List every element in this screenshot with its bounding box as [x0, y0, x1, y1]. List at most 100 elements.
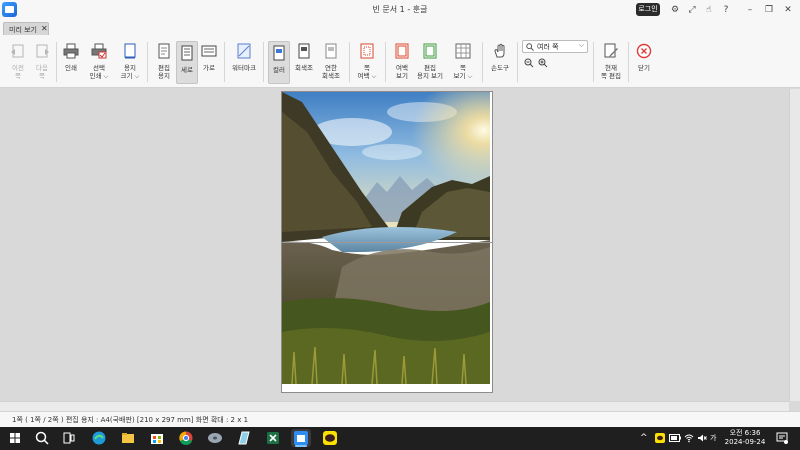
tray-chevron-up-icon[interactable]: ^ — [640, 433, 648, 443]
portrait-button[interactable]: 세로 — [176, 41, 198, 84]
next-page-button[interactable]: 다음 쪽 — [30, 40, 54, 84]
paper-size-button[interactable]: 용지 크기 ⌵ — [117, 40, 143, 84]
notepad-icon[interactable] — [235, 429, 253, 447]
watermark-icon — [237, 43, 251, 59]
hand-icon[interactable]: ☝ — [702, 3, 716, 17]
hand-tool-button[interactable]: 손도구 — [487, 40, 513, 84]
page-view-label: 쪽 보기 ⌵ — [453, 64, 473, 80]
grayscale-label: 회색조 — [295, 64, 313, 72]
restore-icon[interactable]: ❐ — [762, 3, 776, 17]
landscape-icon — [201, 45, 217, 57]
disk-app-icon[interactable] — [206, 429, 224, 447]
store-icon[interactable] — [148, 429, 166, 447]
show-edit-paper-label: 편집 용지 보기 — [417, 64, 443, 80]
edge-icon[interactable] — [90, 429, 108, 447]
current-page-edit-button[interactable]: 현재 쪽 편집 — [598, 40, 624, 84]
paper-size-label: 용지 크기 ⌵ — [120, 64, 140, 80]
document-tab-bar: 미리 보기 ✕ — [0, 20, 800, 36]
tab-print-preview[interactable]: 미리 보기 ✕ — [3, 22, 49, 35]
preview-workspace — [0, 89, 800, 401]
ribbon-separator — [628, 42, 629, 82]
ribbon-separator — [517, 42, 518, 82]
ribbon-separator — [147, 42, 148, 82]
gear-icon[interactable]: ⚙ — [668, 3, 682, 17]
volume-mute-icon[interactable] — [697, 433, 707, 443]
prev-page-button[interactable]: 이전 쪽 — [6, 40, 30, 84]
battery-icon[interactable] — [669, 434, 681, 442]
wifi-icon[interactable] — [684, 433, 694, 443]
ribbon-separator — [482, 42, 483, 82]
page-view-icon — [455, 43, 471, 59]
ribbon-separator — [224, 42, 225, 82]
close-circle-icon — [636, 43, 652, 59]
grayscale-button[interactable]: 회색조 — [291, 40, 317, 84]
light-grayscale-icon — [325, 43, 337, 59]
tab-label: 미리 보기 — [9, 26, 37, 34]
edit-page-icon — [604, 43, 618, 58]
taskbar-clock[interactable]: 오전 6:36 2024-09-24 — [718, 429, 772, 447]
ribbon-separator — [263, 42, 264, 82]
hancom-taskbar-button[interactable] — [291, 429, 311, 447]
edit-paper-label: 편집 용지 — [158, 64, 170, 80]
portrait-icon — [181, 45, 193, 61]
show-margin-label: 여백 보기 — [396, 64, 408, 80]
page-divider — [282, 242, 492, 243]
edit-paper-button[interactable]: 편집 용지 — [152, 40, 176, 84]
zoom-mode-value: 여러 쪽 — [537, 43, 559, 51]
print-label: 인쇄 — [65, 64, 77, 72]
watermark-label: 워터마크 — [232, 64, 256, 72]
expand-icon[interactable]: ⤢ — [685, 3, 699, 17]
input-method-indicator[interactable]: 가 — [710, 433, 716, 443]
chevron-down-icon: ⌵ — [578, 41, 584, 49]
current-page-edit-label: 현재 쪽 편집 — [600, 64, 621, 80]
tab-close-icon[interactable]: ✕ — [41, 24, 48, 33]
hand-tool-label: 손도구 — [491, 64, 509, 72]
close-preview-button[interactable]: 닫기 — [632, 40, 656, 84]
clock-time: 오전 6:36 — [729, 429, 761, 437]
color-label: 컬러 — [273, 66, 285, 74]
watermark-button[interactable]: 워터마크 — [229, 40, 259, 84]
excel-icon[interactable] — [264, 429, 282, 447]
light-grayscale-button[interactable]: 연한 회색조 — [318, 40, 344, 84]
task-view-icon[interactable] — [60, 429, 78, 447]
show-margin-icon — [395, 43, 409, 59]
status-bar: 1쪽 ( 1쪽 / 2쪽 ) 편집 용지 : A4(국배판) [210 x 29… — [0, 411, 800, 427]
windows-start-icon[interactable] — [6, 429, 24, 447]
search-icon[interactable] — [33, 429, 51, 447]
preview-page — [281, 91, 493, 393]
kakaotalk-icon[interactable] — [321, 429, 339, 447]
notification-icon[interactable] — [776, 432, 788, 444]
vertical-scrollbar[interactable] — [789, 89, 800, 401]
edit-paper-icon — [158, 43, 170, 59]
tray-kakaotalk-icon[interactable] — [655, 433, 665, 443]
page-margin-button[interactable]: 쪽 여백 ⌵ — [354, 40, 380, 84]
printer-icon — [63, 43, 79, 59]
next-page-icon — [36, 44, 49, 58]
zoom-out-icon[interactable] — [524, 58, 534, 68]
page-margin-label: 쪽 여백 ⌵ — [357, 64, 377, 80]
mountain-lake-photo — [282, 92, 490, 384]
help-icon[interactable]: ? — [719, 3, 733, 17]
zoom-mode-select[interactable]: 여러 쪽 ⌵ — [522, 40, 588, 53]
active-indicator — [295, 445, 307, 447]
zoom-in-icon[interactable] — [538, 58, 548, 68]
chrome-icon[interactable] — [177, 429, 195, 447]
color-button[interactable]: 컬러 — [268, 41, 290, 84]
ribbon-separator — [349, 42, 350, 82]
file-explorer-icon[interactable] — [119, 429, 137, 447]
show-edit-paper-button[interactable]: 편집 용지 보기 — [415, 40, 445, 84]
minimize-icon[interactable]: – — [743, 3, 757, 17]
color-print-icon — [273, 45, 285, 61]
clock-date: 2024-09-24 — [724, 438, 766, 446]
close-icon[interactable]: ✕ — [781, 3, 795, 17]
page-view-button[interactable]: 쪽 보기 ⌵ — [450, 40, 476, 84]
print-button[interactable]: 인쇄 — [59, 40, 83, 84]
status-text: 1쪽 ( 1쪽 / 2쪽 ) 편집 용지 : A4(국배판) [210 x 29… — [12, 416, 249, 424]
show-edit-paper-icon — [423, 43, 437, 59]
show-margin-button[interactable]: 여백 보기 — [389, 40, 415, 84]
select-print-button[interactable]: 선택 인쇄 ⌵ — [86, 40, 112, 84]
landscape-button[interactable]: 가로 — [198, 40, 220, 84]
horizontal-scrollbar[interactable] — [0, 401, 789, 411]
page-margin-icon — [360, 43, 374, 59]
login-button[interactable]: 로그인 — [636, 3, 660, 16]
